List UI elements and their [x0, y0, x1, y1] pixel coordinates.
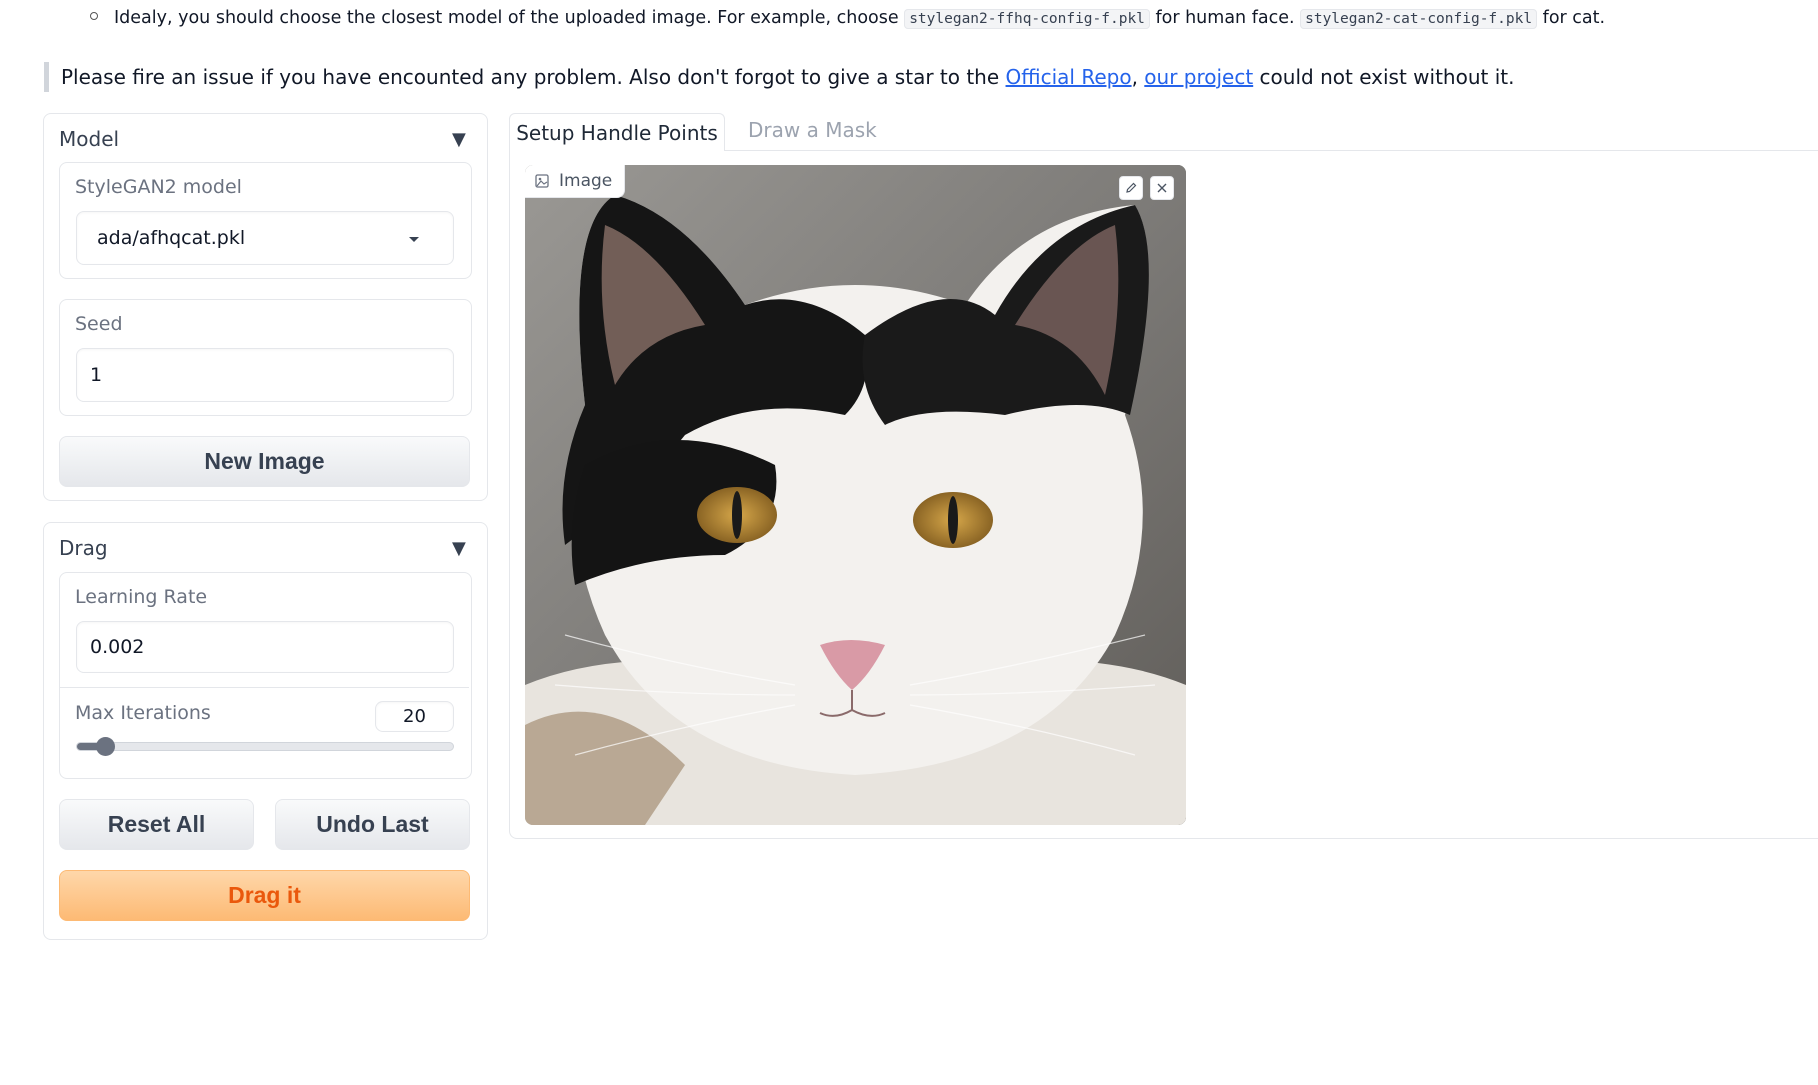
- notice-quote: Please fire an issue if you have encount…: [44, 62, 1514, 92]
- clear-image-button[interactable]: [1150, 176, 1174, 200]
- stylegan-model-label: StyleGAN2 model: [75, 176, 242, 198]
- drag-collapse-caret-icon[interactable]: ▼: [452, 538, 466, 559]
- cat-image[interactable]: [525, 165, 1186, 825]
- max-iterations-slider-track[interactable]: [76, 737, 454, 756]
- seed-input[interactable]: 1: [76, 348, 454, 402]
- our-project-link[interactable]: our project: [1144, 65, 1253, 89]
- intro-text-3: for cat.: [1537, 8, 1606, 28]
- learning-rate-input[interactable]: 0.002: [76, 621, 454, 673]
- image-label-text: Image: [559, 171, 613, 191]
- learning-rate-label: Learning Rate: [75, 586, 208, 608]
- reset-all-button[interactable]: Reset All: [59, 799, 254, 850]
- undo-last-button[interactable]: Undo Last: [275, 799, 470, 850]
- model-collapse-caret-icon[interactable]: ▼: [452, 129, 466, 150]
- intro-text-2: for human face.: [1149, 8, 1301, 28]
- stylegan-model-dropdown[interactable]: ada/afhqcat.pkl: [76, 211, 454, 265]
- cat-model-code: stylegan2-cat-config-f.pkl: [1300, 9, 1538, 29]
- bullet-marker: [90, 12, 98, 20]
- tab-setup-handle-points[interactable]: Setup Handle Points: [509, 113, 725, 151]
- chevron-down-icon: [409, 237, 419, 242]
- seed-label: Seed: [75, 313, 123, 335]
- image-icon: [535, 174, 549, 188]
- edit-image-button[interactable]: [1119, 176, 1143, 200]
- intro-text-1: Idealy, you should choose the closest mo…: [114, 8, 905, 28]
- image-label-badge: Image: [525, 165, 626, 198]
- quote-text-2: could not exist without it.: [1253, 65, 1515, 89]
- max-iterations-number[interactable]: 20: [375, 701, 454, 732]
- settings-divider: [60, 687, 469, 688]
- close-icon: [1157, 183, 1167, 193]
- max-iterations-slider-thumb[interactable]: [95, 737, 115, 756]
- new-image-button[interactable]: New Image: [59, 436, 470, 487]
- ffhq-model-code: stylegan2-ffhq-config-f.pkl: [904, 9, 1150, 29]
- tab-draw-a-mask[interactable]: Draw a Mask: [748, 118, 877, 142]
- stylegan-model-value: ada/afhqcat.pkl: [97, 227, 246, 249]
- cat-image-illustration: [525, 165, 1186, 825]
- model-panel-title: Model: [59, 127, 120, 151]
- quote-text-1: Please fire an issue if you have encount…: [61, 65, 1006, 89]
- drag-it-button[interactable]: Drag it: [59, 870, 470, 921]
- drag-panel-title: Drag: [59, 536, 108, 560]
- intro-bullet: Idealy, you should choose the closest mo…: [90, 8, 1606, 29]
- official-repo-link[interactable]: Official Repo: [1006, 65, 1132, 89]
- max-iterations-label: Max Iterations: [75, 702, 211, 724]
- quote-separator: ,: [1131, 65, 1145, 89]
- pencil-icon: [1126, 182, 1137, 193]
